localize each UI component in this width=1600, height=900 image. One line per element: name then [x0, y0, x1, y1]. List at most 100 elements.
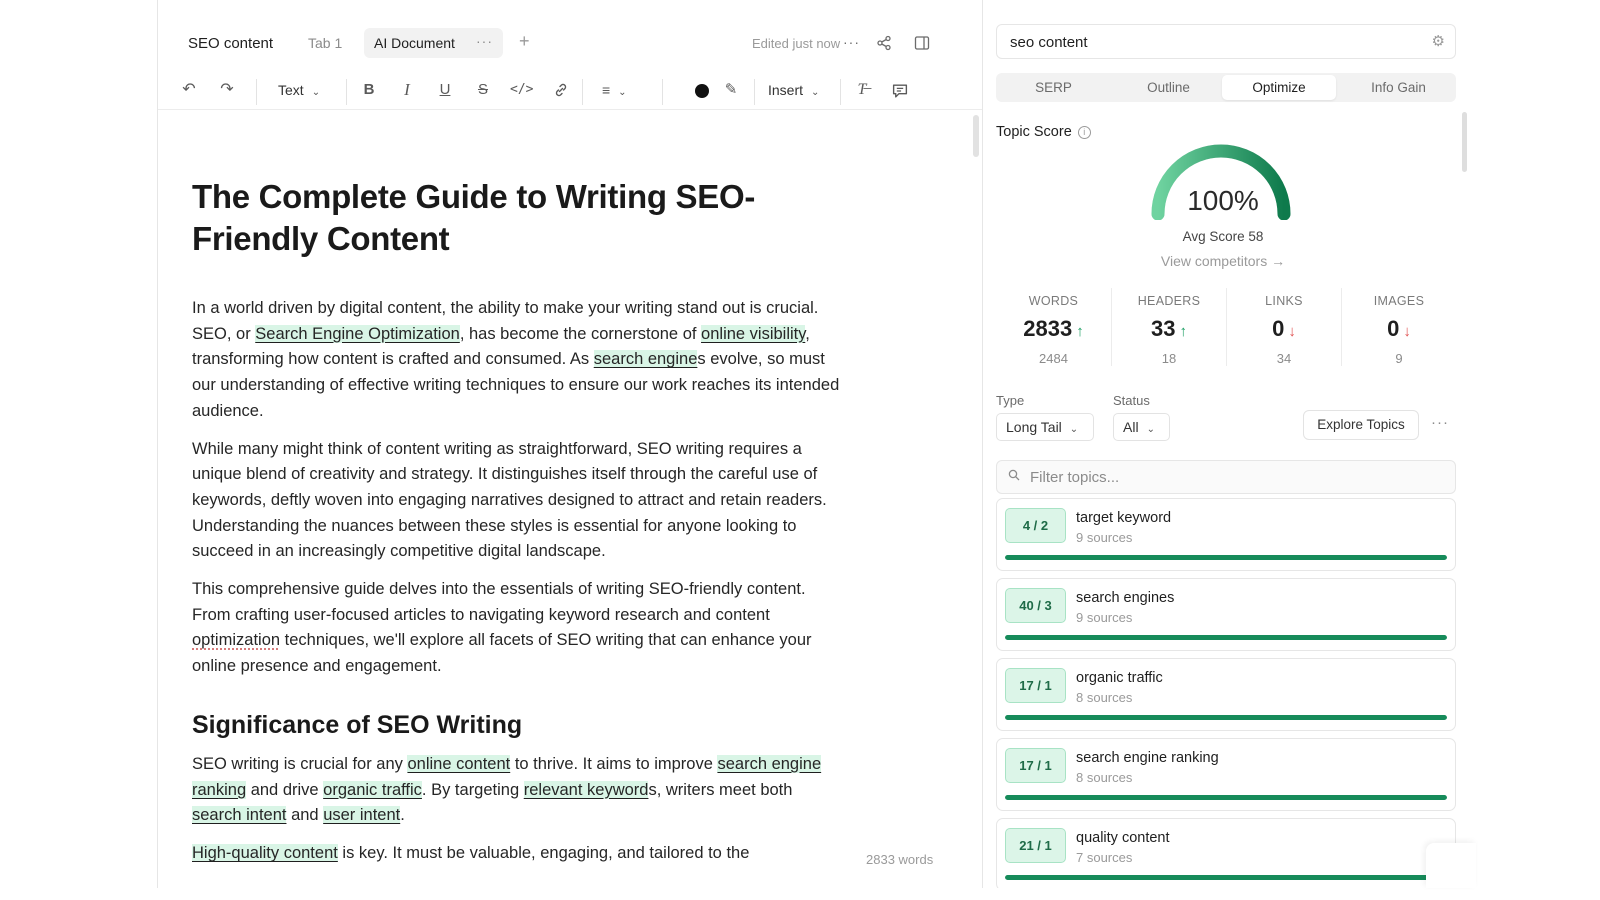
align-dropdown[interactable]: ≡ ⌄	[602, 82, 627, 98]
link-icon[interactable]	[550, 82, 572, 98]
topic-score-heading: Topic Score i	[996, 124, 1091, 140]
tab-optimize[interactable]: Optimize	[1222, 75, 1336, 100]
topic-name: search engines	[1076, 590, 1175, 606]
floating-card	[1426, 843, 1476, 888]
topic-count-badge: 17 / 1	[1005, 748, 1066, 783]
paragraph[interactable]: This comprehensive guide delves into the…	[192, 577, 842, 680]
gear-icon[interactable]: ⚙	[1432, 32, 1445, 50]
redo-icon[interactable]: ↷	[216, 80, 238, 100]
tab-info-gain[interactable]: Info Gain	[1341, 73, 1456, 102]
type-filter-select[interactable]: Long Tail ⌄	[996, 413, 1094, 441]
more-options-icon[interactable]: ···	[1431, 414, 1449, 431]
panel-tabs: SERP Outline Optimize Info Gain	[996, 73, 1456, 102]
keyword-highlight[interactable]: search intent	[192, 806, 287, 825]
keyword-highlight[interactable]: organic traffic	[323, 780, 422, 799]
paragraph[interactable]: While many might think of content writin…	[192, 437, 842, 566]
status-filter-select[interactable]: All ⌄	[1113, 413, 1170, 441]
toolbar-divider	[754, 79, 755, 105]
keyword-highlight[interactable]: online content	[407, 754, 511, 773]
document-editor: SEO content Tab 1 AI Document ··· + Edit…	[157, 0, 983, 888]
view-competitors-link[interactable]: View competitors →	[1143, 253, 1303, 269]
text-color-swatch[interactable]	[695, 84, 709, 98]
bold-icon[interactable]: B	[358, 80, 380, 100]
code-icon[interactable]: </>	[510, 80, 533, 100]
topic-card[interactable]: 4 / 2 target keyword 9 sources	[996, 498, 1456, 571]
chevron-down-icon: ⌄	[1146, 424, 1155, 435]
stat-value: 2833 ↑	[996, 316, 1111, 342]
panel-scrollbar[interactable]	[1462, 112, 1467, 172]
topic-sources: 8 sources	[1076, 690, 1133, 705]
filter-topics-input[interactable]	[1030, 467, 1430, 487]
text-run: . By targeting	[421, 780, 524, 799]
keyword-highlight[interactable]: relevant keyword	[523, 780, 649, 799]
topic-progress-fill	[1005, 555, 1447, 560]
comment-icon[interactable]	[889, 82, 911, 99]
toolbar-divider	[662, 79, 663, 105]
arrow-down-icon: ↓	[1403, 323, 1411, 340]
keyword-highlight[interactable]: High-quality content	[192, 843, 338, 862]
italic-icon[interactable]: I	[396, 80, 418, 100]
document-name[interactable]: SEO content	[188, 35, 273, 52]
topic-progress-fill	[1005, 795, 1447, 800]
stat-label: IMAGES	[1373, 294, 1425, 308]
stat-links: LINKS 0 ↓ 34	[1226, 288, 1341, 366]
add-tab-icon[interactable]: +	[519, 31, 530, 52]
topic-card[interactable]: 21 / 1 quality content 7 sources	[996, 818, 1456, 888]
section-heading[interactable]: Significance of SEO Writing	[192, 708, 842, 742]
undo-icon[interactable]: ↶	[178, 80, 200, 100]
info-icon[interactable]: i	[1077, 126, 1091, 139]
more-options-icon[interactable]: ···	[843, 34, 860, 50]
keyword-highlight[interactable]: Search Engine Optimization	[255, 324, 460, 343]
filter-topics-field[interactable]	[996, 460, 1456, 494]
keyword-highlight[interactable]: online visibility	[701, 324, 806, 343]
topic-card[interactable]: 17 / 1 organic traffic 8 sources	[996, 658, 1456, 731]
toggle-sidebar-icon[interactable]	[914, 35, 930, 51]
topic-progress-fill	[1005, 875, 1447, 880]
editor-scrollbar[interactable]	[973, 115, 979, 157]
search-icon	[1008, 469, 1020, 481]
document-title[interactable]: The Complete Guide to Writing SEO-Friend…	[192, 176, 842, 260]
topic-progress-bar	[1005, 875, 1447, 880]
clear-formatting-icon[interactable]: T̶	[851, 80, 873, 100]
tab-serp[interactable]: SERP	[996, 73, 1111, 102]
content-stats: WORDS 2833 ↑ 2484 HEADERS 33 ↑ 18 LINKS 0 ↓ 34 IMAGE…	[996, 288, 1456, 366]
strikethrough-icon[interactable]: S	[472, 80, 494, 100]
paragraph[interactable]: High-quality content is key. It must be …	[192, 841, 842, 867]
underline-icon[interactable]: U	[434, 80, 456, 100]
stat-images: IMAGES 0 ↓ 9	[1341, 288, 1456, 366]
topic-progress-bar	[1005, 715, 1447, 720]
stat-value: 0 ↓	[1227, 316, 1341, 342]
insert-dropdown[interactable]: Insert ⌄	[768, 82, 819, 98]
paragraph[interactable]: In a world driven by digital content, th…	[192, 296, 842, 425]
keyword-search-field[interactable]: seo content ⚙	[996, 24, 1456, 59]
paragraph[interactable]: SEO writing is crucial for any online co…	[192, 752, 842, 829]
topic-count-badge: 40 / 3	[1005, 588, 1066, 623]
keyword-highlight[interactable]: user intent	[323, 806, 401, 825]
keyword-highlight[interactable]: search engine	[593, 350, 698, 369]
share-icon[interactable]	[876, 35, 892, 51]
document-body[interactable]: The Complete Guide to Writing SEO-Friend…	[192, 176, 842, 867]
toolbar-divider	[346, 79, 347, 105]
tab-options-icon[interactable]: ···	[476, 33, 493, 49]
stat-words: WORDS 2833 ↑ 2484	[996, 288, 1111, 366]
spelling-flag[interactable]: optimization	[192, 631, 280, 649]
arrow-down-icon: ↓	[1288, 323, 1296, 340]
text-style-dropdown[interactable]: Text ⌄	[278, 82, 320, 98]
tab-ai-document-label: AI Document	[374, 35, 455, 51]
stat-number: 0	[1272, 316, 1285, 341]
topic-name: target keyword	[1076, 510, 1172, 526]
tab-1[interactable]: Tab 1	[308, 35, 342, 51]
topic-count-badge: 21 / 1	[1005, 828, 1066, 863]
chevron-down-icon: ⌄	[618, 87, 627, 98]
topic-card[interactable]: 17 / 1 search engine ranking 8 sources	[996, 738, 1456, 811]
tab-bar: SEO content Tab 1 AI Document ··· + Edit…	[158, 26, 982, 60]
highlighter-icon[interactable]: ✎	[720, 80, 742, 100]
topic-count-badge: 4 / 2	[1005, 508, 1066, 543]
text-run: and	[286, 806, 324, 825]
topic-card[interactable]: 40 / 3 search engines 9 sources	[996, 578, 1456, 651]
align-left-icon: ≡	[602, 82, 611, 98]
stat-target: 18	[1161, 351, 1177, 366]
explore-topics-button[interactable]: Explore Topics	[1303, 410, 1419, 440]
tab-outline[interactable]: Outline	[1111, 73, 1226, 102]
tab-ai-document[interactable]: AI Document ···	[364, 28, 503, 58]
